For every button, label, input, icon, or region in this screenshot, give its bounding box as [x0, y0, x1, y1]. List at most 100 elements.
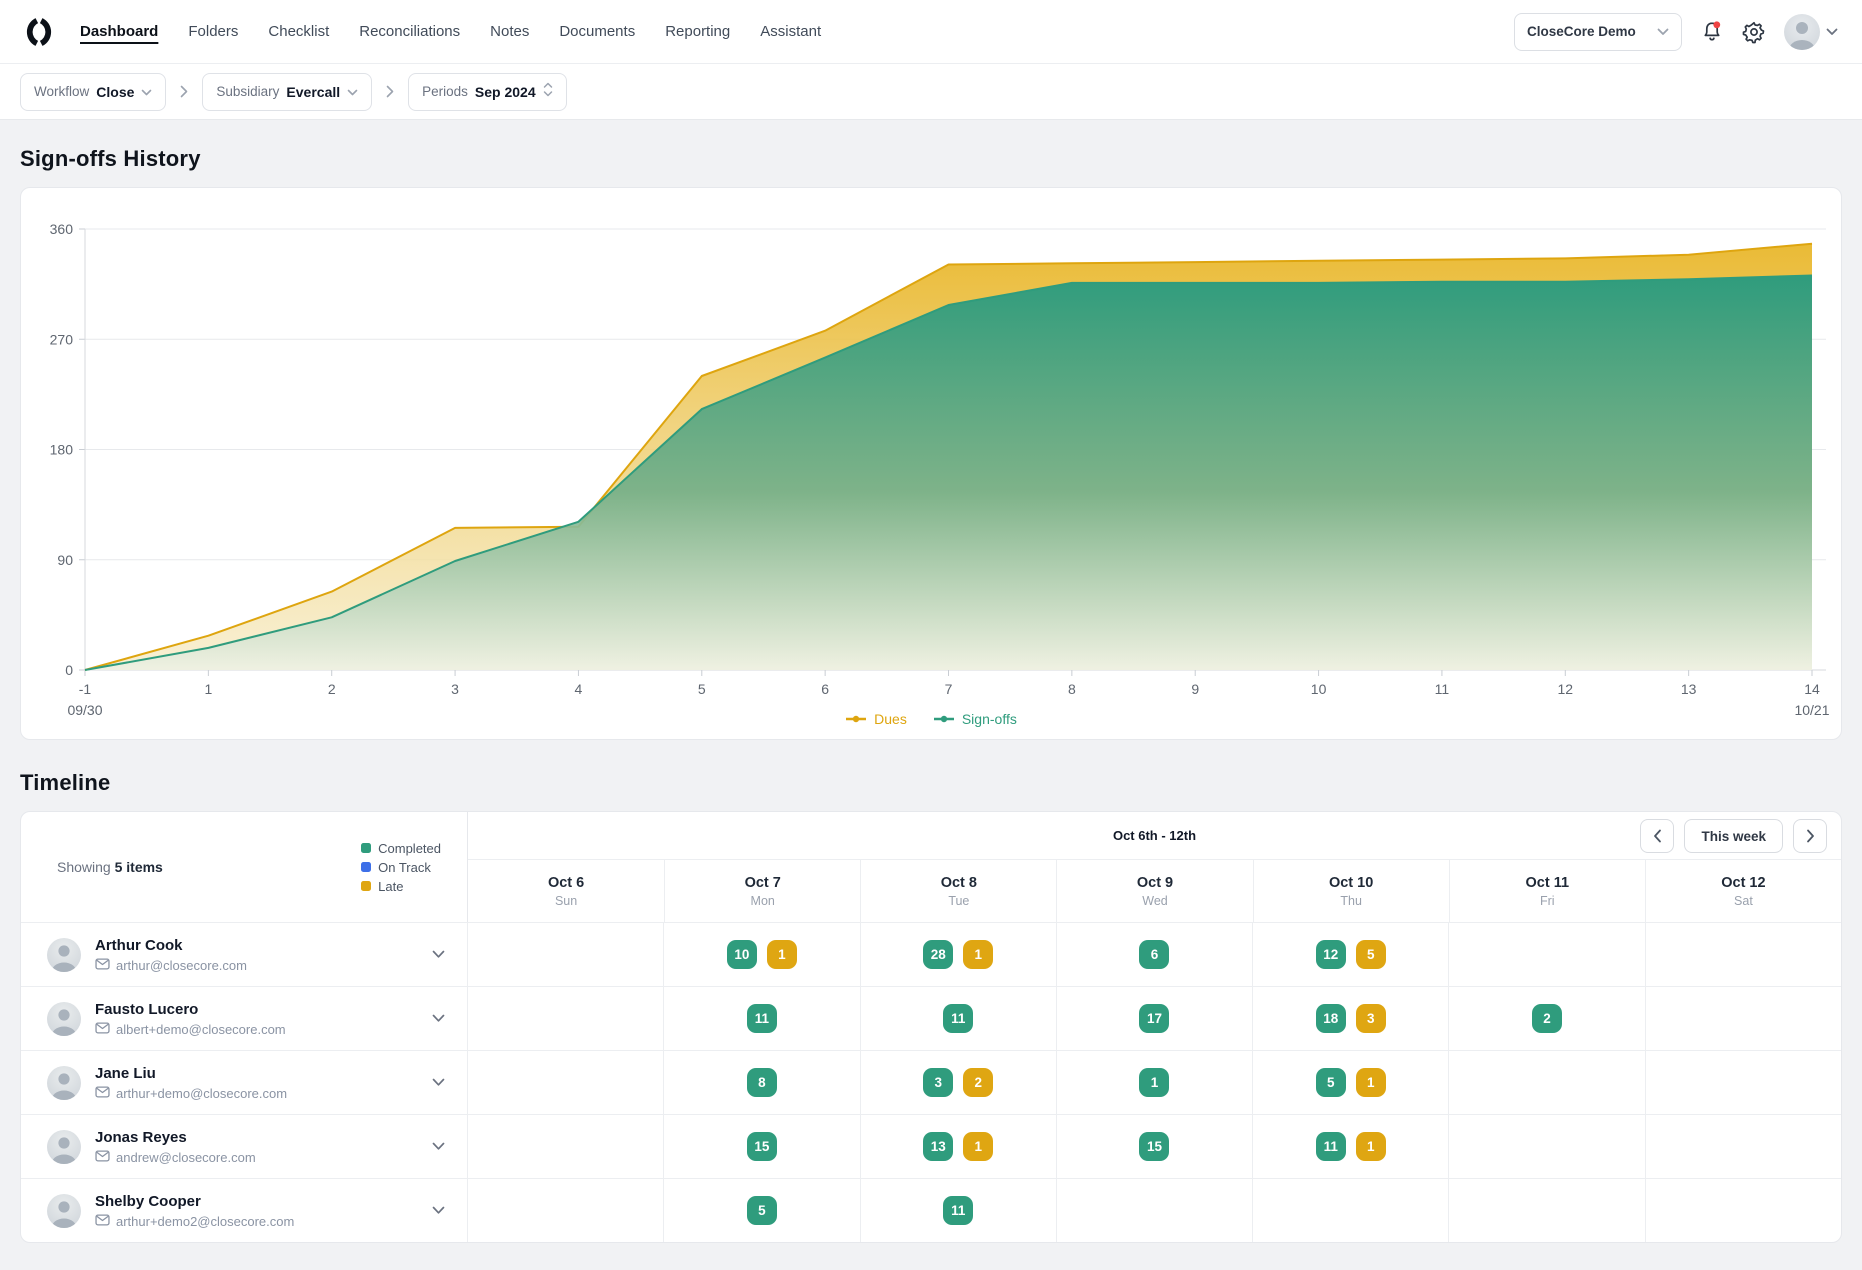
app-logo-icon[interactable] [24, 17, 54, 47]
late-count-badge[interactable]: 1 [1356, 1068, 1386, 1097]
completed-count-badge[interactable]: 15 [747, 1132, 777, 1161]
expand-row-button[interactable] [428, 1138, 449, 1155]
completed-count-badge[interactable]: 28 [923, 940, 953, 969]
late-count-badge[interactable]: 1 [767, 940, 797, 969]
completed-count-badge[interactable]: 11 [943, 1196, 973, 1225]
completed-count-badge[interactable]: 3 [923, 1068, 953, 1097]
day-cell-oct-10: 111 [1252, 1115, 1448, 1178]
timeline-summary: Showing 5 items CompletedOn TrackLate [21, 812, 467, 922]
svg-text:2: 2 [328, 681, 336, 697]
this-week-button[interactable]: This week [1684, 819, 1783, 853]
breadcrumb-subsidiary-filter[interactable]: SubsidiaryEvercall [202, 73, 372, 111]
completed-count-badge[interactable]: 18 [1316, 1004, 1346, 1033]
nav-item-reconciliations[interactable]: Reconciliations [359, 23, 460, 40]
day-cell-oct-11 [1448, 1115, 1644, 1178]
late-count-badge[interactable]: 5 [1356, 940, 1386, 969]
completed-count-badge[interactable]: 11 [943, 1004, 973, 1033]
day-date: Oct 8 [941, 875, 977, 891]
nav-item-reporting[interactable]: Reporting [665, 23, 730, 40]
user-info: Arthur Cookarthur@closecore.com [95, 937, 414, 973]
user-email-text: andrew@closecore.com [116, 1150, 256, 1165]
svg-text:270: 270 [50, 331, 74, 347]
expand-row-button[interactable] [428, 1202, 449, 1219]
completed-count-badge[interactable]: 8 [747, 1068, 777, 1097]
workspace-select[interactable]: CloseCore Demo [1514, 13, 1682, 51]
day-cell-oct-6 [467, 1115, 663, 1178]
completed-count-badge[interactable]: 5 [1316, 1068, 1346, 1097]
gear-icon [1742, 20, 1766, 44]
svg-text:13: 13 [1681, 681, 1697, 697]
completed-count-badge[interactable]: 17 [1139, 1004, 1169, 1033]
nav-item-dashboard[interactable]: Dashboard [80, 23, 158, 40]
completed-count-badge[interactable]: 13 [923, 1132, 953, 1161]
day-cell-oct-6 [467, 987, 663, 1050]
user-email-text: arthur+demo@closecore.com [116, 1086, 287, 1101]
day-of-week: Tue [948, 894, 969, 908]
week-nav: This week [1640, 819, 1827, 853]
prev-week-button[interactable] [1640, 819, 1674, 853]
status-legend: CompletedOn TrackLate [361, 841, 441, 894]
nav-item-assistant[interactable]: Assistant [760, 23, 821, 40]
completed-count-badge[interactable]: 11 [1316, 1132, 1346, 1161]
user-menu[interactable] [1784, 14, 1838, 50]
day-of-week: Sat [1734, 894, 1753, 908]
legend-item-sign-offs[interactable]: Sign-offs [933, 711, 1017, 727]
status-legend-late: Late [361, 879, 441, 894]
notifications-button[interactable] [1700, 20, 1724, 44]
main-nav: Dashboard Folders Checklist Reconciliations… [80, 23, 1514, 40]
table-row: Jane Liuarthur+demo@closecore.com832151 [21, 1050, 1841, 1114]
avatar [47, 1130, 81, 1164]
status-swatch [361, 843, 371, 853]
chevron-down-icon [432, 1206, 445, 1215]
completed-count-badge[interactable]: 1 [1139, 1068, 1169, 1097]
completed-count-badge[interactable]: 2 [1532, 1004, 1562, 1033]
table-row: Shelby Cooperarthur+demo2@closecore.com5… [21, 1178, 1841, 1242]
svg-text:10: 10 [1311, 681, 1327, 697]
envelope-icon [95, 1150, 110, 1165]
user-email: albert+demo@closecore.com [95, 1022, 414, 1037]
expand-row-button[interactable] [428, 1010, 449, 1027]
day-header-oct-9: Oct 9Wed [1056, 860, 1252, 922]
legend-label: Dues [874, 711, 907, 727]
status-label: Completed [378, 841, 441, 856]
settings-button[interactable] [1742, 20, 1766, 44]
completed-count-badge[interactable]: 12 [1316, 940, 1346, 969]
late-count-badge[interactable]: 1 [963, 1132, 993, 1161]
day-cell-oct-7: 5 [663, 1179, 859, 1242]
user-email: arthur+demo2@closecore.com [95, 1214, 414, 1229]
envelope-icon [95, 1214, 110, 1229]
breadcrumb: WorkflowClose SubsidiaryEvercall PeriodsSe… [0, 64, 1862, 120]
late-count-badge[interactable]: 2 [963, 1068, 993, 1097]
user-name: Arthur Cook [95, 937, 414, 954]
showing-items-label: Showing 5 items [57, 859, 163, 875]
completed-count-badge[interactable]: 11 [747, 1004, 777, 1033]
completed-count-badge[interactable]: 10 [727, 940, 757, 969]
nav-item-notes[interactable]: Notes [490, 23, 529, 40]
day-date: Oct 10 [1329, 875, 1373, 891]
completed-count-badge[interactable]: 15 [1139, 1132, 1169, 1161]
nav-item-documents[interactable]: Documents [559, 23, 635, 40]
day-of-week: Sun [555, 894, 577, 908]
nav-item-checklist[interactable]: Checklist [268, 23, 329, 40]
nav-item-folders[interactable]: Folders [188, 23, 238, 40]
day-cell-oct-8: 13 1 [860, 1115, 1056, 1178]
day-cell-oct-9 [1056, 1179, 1252, 1242]
breadcrumb-workflow-filter[interactable]: WorkflowClose [20, 73, 166, 111]
user-info: Jonas Reyesandrew@closecore.com [95, 1129, 414, 1165]
user-email-text: albert+demo@closecore.com [116, 1022, 286, 1037]
breadcrumb-periods-filter[interactable]: PeriodsSep 2024 [408, 73, 567, 111]
completed-count-badge[interactable]: 5 [747, 1196, 777, 1225]
user-email: andrew@closecore.com [95, 1150, 414, 1165]
late-count-badge[interactable]: 3 [1356, 1004, 1386, 1033]
expand-row-button[interactable] [428, 946, 449, 963]
day-cell-oct-8: 11 [860, 1179, 1056, 1242]
expand-row-button[interactable] [428, 1074, 449, 1091]
legend-item-dues[interactable]: Dues [845, 711, 907, 727]
late-count-badge[interactable]: 1 [963, 940, 993, 969]
svg-text:360: 360 [50, 221, 74, 237]
next-week-button[interactable] [1793, 819, 1827, 853]
completed-count-badge[interactable]: 6 [1139, 940, 1169, 969]
late-count-badge[interactable]: 1 [1356, 1132, 1386, 1161]
day-of-week: Mon [751, 894, 775, 908]
chevron-updown-icon [543, 82, 553, 102]
